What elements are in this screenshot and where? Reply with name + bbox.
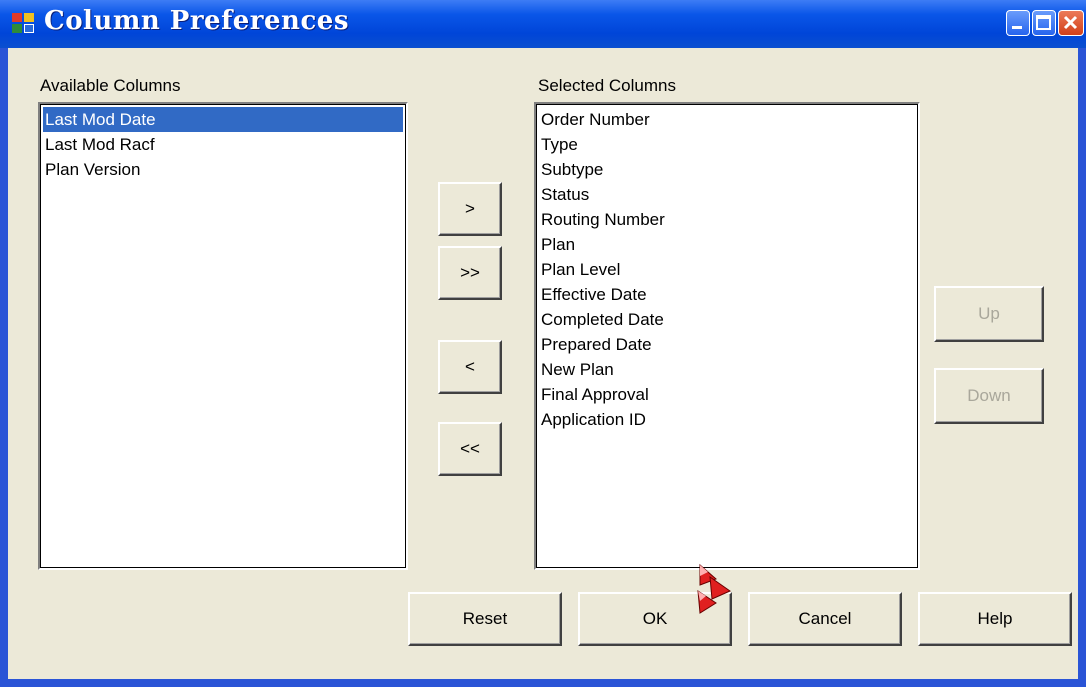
move-up-button[interactable]: Up (934, 286, 1044, 342)
close-button[interactable] (1058, 10, 1084, 36)
minimize-icon (1012, 26, 1022, 29)
selected-columns-label: Selected Columns (538, 76, 676, 95)
list-item[interactable]: Plan (539, 232, 915, 257)
available-columns-label: Available Columns (40, 76, 181, 95)
cancel-button[interactable]: Cancel (748, 592, 902, 646)
list-item[interactable]: Plan Level (539, 257, 915, 282)
close-icon (1063, 15, 1078, 30)
app-icon (12, 13, 36, 35)
window-title: Column Preferences (44, 6, 349, 36)
list-item[interactable]: Order Number (539, 107, 915, 132)
remove-all-button[interactable]: << (438, 422, 502, 476)
list-item[interactable]: Completed Date (539, 307, 915, 332)
available-columns-list[interactable]: Last Mod Date Last Mod Racf Plan Version (38, 102, 408, 570)
list-item[interactable]: Status (539, 182, 915, 207)
add-selected-button[interactable]: > (438, 182, 502, 236)
list-item[interactable]: Prepared Date (539, 332, 915, 357)
title-bar[interactable]: Column Preferences (0, 0, 1086, 48)
move-down-button[interactable]: Down (934, 368, 1044, 424)
maximize-button[interactable] (1032, 10, 1056, 36)
list-item[interactable]: Type (539, 132, 915, 157)
list-item[interactable]: New Plan (539, 357, 915, 382)
maximize-icon (1036, 15, 1051, 30)
reset-button[interactable]: Reset (408, 592, 562, 646)
column-preferences-window: Column Preferences Available Columns Las… (0, 0, 1086, 687)
minimize-button[interactable] (1006, 10, 1030, 36)
cursor-icon (697, 563, 732, 614)
list-item[interactable]: Application ID (539, 407, 915, 432)
help-button[interactable]: Help (918, 592, 1072, 646)
list-item[interactable]: Last Mod Racf (43, 132, 403, 157)
list-item[interactable]: Routing Number (539, 207, 915, 232)
remove-selected-button[interactable]: < (438, 340, 502, 394)
selected-columns-list[interactable]: Order Number Type Subtype Status Routing Num… (534, 102, 920, 570)
list-item[interactable]: Final Approval (539, 382, 915, 407)
list-item[interactable]: Effective Date (539, 282, 915, 307)
dialog-client-area: Available Columns Last Mod Date Last Mod … (8, 48, 1078, 679)
add-all-button[interactable]: >> (438, 246, 502, 300)
list-item[interactable]: Subtype (539, 157, 915, 182)
list-item[interactable]: Last Mod Date (43, 107, 403, 132)
list-item[interactable]: Plan Version (43, 157, 403, 182)
